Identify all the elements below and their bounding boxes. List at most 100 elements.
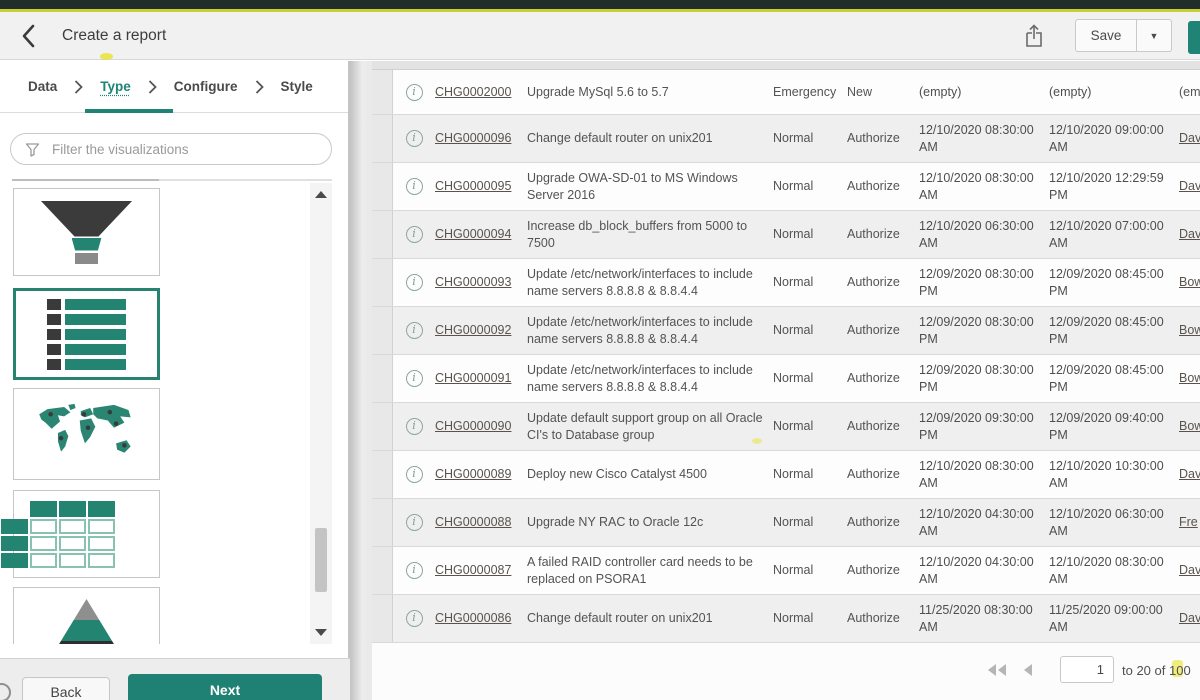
- viz-option-bar-list[interactable]: [13, 288, 160, 380]
- visualization-filter: [10, 133, 332, 165]
- end-date: 12/10/2020 06:30:00 AM: [1049, 506, 1179, 539]
- previous-page-button[interactable]: [1022, 663, 1034, 677]
- short-description: Update default support group on all Orac…: [527, 410, 773, 443]
- assigned-to-link[interactable]: Bow: [1179, 419, 1200, 433]
- change-number-link[interactable]: CHG0000093: [435, 275, 511, 289]
- assigned-to-link[interactable]: Dav: [1179, 131, 1200, 145]
- start-date: 12/10/2020 06:30:00 AM: [919, 218, 1049, 251]
- filter-funnel-icon: [25, 142, 40, 157]
- row-gutter: [372, 211, 393, 258]
- first-page-button[interactable]: [986, 663, 1010, 677]
- scrollbar-thumb[interactable]: [315, 528, 327, 592]
- start-date: 12/10/2020 08:30:00 AM: [919, 458, 1049, 491]
- step-configure[interactable]: Configure: [174, 79, 238, 94]
- start-date: 12/09/2020 09:30:00 PM: [919, 410, 1049, 443]
- change-number-link[interactable]: CHG0000091: [435, 371, 511, 385]
- run-button-clipped[interactable]: [1188, 21, 1200, 54]
- change-number-link[interactable]: CHG0000089: [435, 467, 511, 481]
- next-button[interactable]: Next: [128, 674, 322, 700]
- filter-input[interactable]: [50, 141, 331, 158]
- step-style[interactable]: Style: [281, 79, 313, 94]
- page-number-input[interactable]: [1060, 656, 1114, 683]
- viz-option-pyramid[interactable]: [13, 587, 160, 644]
- priority: Emergency: [773, 84, 847, 101]
- change-number-link[interactable]: CHG0000087: [435, 563, 511, 577]
- info-cell: i: [393, 514, 435, 531]
- assigned-to-link[interactable]: Dav: [1179, 179, 1200, 193]
- save-button[interactable]: Save: [1075, 19, 1137, 52]
- viz-option-grid-table[interactable]: [13, 490, 160, 578]
- state: Authorize: [847, 226, 919, 243]
- info-icon[interactable]: i: [406, 274, 423, 291]
- info-icon[interactable]: i: [406, 178, 423, 195]
- assigned-to-link[interactable]: Dav: [1179, 611, 1200, 625]
- info-icon[interactable]: i: [406, 418, 423, 435]
- change-number-link[interactable]: CHG0000088: [435, 515, 511, 529]
- assigned-to-link[interactable]: Dav: [1179, 227, 1200, 241]
- scroll-up-arrow-icon[interactable]: [315, 191, 327, 198]
- assigned-to-link[interactable]: Bow: [1179, 323, 1200, 337]
- info-icon[interactable]: i: [406, 466, 423, 483]
- table-body: i CHG0002000 Upgrade MySql 5.6 to 5.7 Em…: [372, 70, 1200, 643]
- create-report-window: Create a report Save ▼ Data Type Configu…: [0, 0, 1200, 700]
- info-icon[interactable]: i: [406, 322, 423, 339]
- change-number-link[interactable]: CHG0000095: [435, 179, 511, 193]
- scroll-down-arrow-icon[interactable]: [315, 629, 327, 636]
- end-date: 11/25/2020 09:00:00 AM: [1049, 602, 1179, 635]
- state: New: [847, 84, 919, 101]
- row-gutter: [372, 595, 393, 642]
- step-data[interactable]: Data: [28, 79, 57, 94]
- short-description: A failed RAID controller card needs to b…: [527, 554, 773, 587]
- state: Authorize: [847, 274, 919, 291]
- change-number-link[interactable]: CHG0000096: [435, 131, 511, 145]
- viz-option-world-map[interactable]: [13, 388, 160, 480]
- assigned-to-link[interactable]: Dav: [1179, 563, 1200, 577]
- info-cell: i: [393, 370, 435, 387]
- start-date: 12/10/2020 04:30:00 AM: [919, 506, 1049, 539]
- row-gutter: [372, 70, 393, 114]
- app-header: Create a report Save ▼: [0, 12, 1200, 60]
- info-icon[interactable]: i: [406, 130, 423, 147]
- back-button[interactable]: Back: [22, 677, 110, 700]
- change-number-link[interactable]: CHG0000090: [435, 419, 511, 433]
- assigned-to-link[interactable]: Fre: [1179, 515, 1198, 529]
- info-cell: i: [393, 84, 435, 101]
- back-arrow-icon[interactable]: [20, 23, 42, 49]
- info-icon[interactable]: i: [406, 226, 423, 243]
- assigned-to-link[interactable]: Dav: [1179, 467, 1200, 481]
- end-date: 12/10/2020 07:00:00 AM: [1049, 218, 1179, 251]
- step-type[interactable]: Type: [100, 79, 131, 94]
- row-gutter: [372, 451, 393, 498]
- info-cell: i: [393, 322, 435, 339]
- share-icon[interactable]: [1023, 23, 1045, 49]
- state: Authorize: [847, 466, 919, 483]
- assigned-to-link: (em: [1179, 85, 1200, 99]
- info-icon[interactable]: i: [406, 370, 423, 387]
- row-gutter: [372, 355, 393, 402]
- end-date: 12/10/2020 12:29:59 PM: [1049, 170, 1179, 203]
- state: Authorize: [847, 322, 919, 339]
- viz-option-funnel[interactable]: [13, 188, 160, 276]
- table-row: i CHG0000096 Change default router on un…: [372, 115, 1200, 163]
- change-number-link[interactable]: CHG0002000: [435, 85, 511, 99]
- info-cell: i: [393, 610, 435, 627]
- table-row: i CHG0000089 Deploy new Cisco Catalyst 4…: [372, 451, 1200, 499]
- viz-list-scrollbar[interactable]: [310, 183, 332, 644]
- table-row: i CHG0000090 Update default support grou…: [372, 403, 1200, 451]
- row-gutter: [372, 547, 393, 594]
- priority: Normal: [773, 274, 847, 291]
- change-number-link[interactable]: CHG0000094: [435, 227, 511, 241]
- change-number-link[interactable]: CHG0000092: [435, 323, 511, 337]
- assigned-to-link[interactable]: Bow: [1179, 371, 1200, 385]
- info-icon[interactable]: i: [406, 610, 423, 627]
- save-menu-button[interactable]: ▼: [1137, 19, 1172, 52]
- info-icon[interactable]: i: [406, 514, 423, 531]
- info-icon[interactable]: i: [406, 84, 423, 101]
- info-cell: i: [393, 226, 435, 243]
- table-row: i CHG0000091 Update /etc/network/interfa…: [372, 355, 1200, 403]
- assigned-to-link[interactable]: Bow: [1179, 275, 1200, 289]
- end-date: 12/09/2020 09:40:00 PM: [1049, 410, 1179, 443]
- priority: Normal: [773, 130, 847, 147]
- info-icon[interactable]: i: [406, 562, 423, 579]
- change-number-link[interactable]: CHG0000086: [435, 611, 511, 625]
